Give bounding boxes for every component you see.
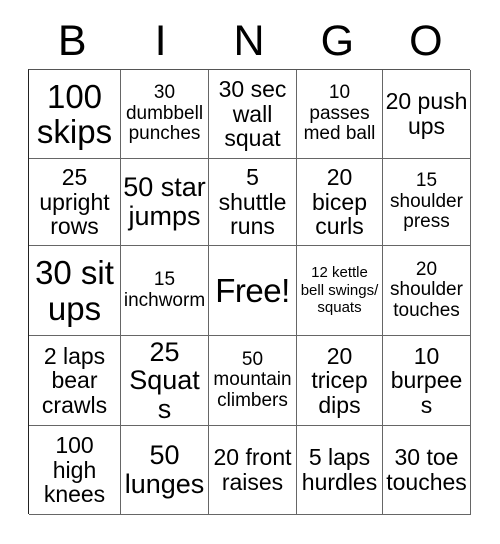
bingo-cell[interactable]: 25 upright rows xyxy=(29,159,121,246)
bingo-cell-label: 20 tricep dips xyxy=(311,342,368,418)
bingo-cell-label: 30 dumbbell punches xyxy=(125,82,204,145)
bingo-cell-label: 25 Squats xyxy=(129,336,200,424)
bingo-cell-label: 20 front raises xyxy=(213,444,292,495)
bingo-cell[interactable]: 12 kettle bell swings/ squats xyxy=(297,246,383,336)
bingo-cell-label: 30 toe touches xyxy=(386,444,467,495)
bingo-cell[interactable]: 20 shoulder touches xyxy=(383,246,471,336)
bingo-cell-label: 20 push ups xyxy=(385,88,468,139)
bingo-cell[interactable]: 5 laps hurdles xyxy=(297,426,383,515)
bingo-cell[interactable]: 50 mountain climbers xyxy=(209,336,297,426)
bingo-cell[interactable]: 30 toe touches xyxy=(383,426,471,515)
bingo-cell[interactable]: 5 shuttle runs xyxy=(209,159,297,246)
bingo-cell[interactable]: 15 inchworm xyxy=(121,246,209,336)
bingo-cell[interactable]: 50 star jumps xyxy=(121,159,209,246)
bingo-cell[interactable]: 30 sec wall squat xyxy=(209,70,297,159)
bingo-cell[interactable]: 20 front raises xyxy=(209,426,297,515)
bingo-cell[interactable]: 2 laps bear crawls xyxy=(29,336,121,426)
bingo-cell-label: 15 shoulder press xyxy=(390,170,463,233)
bingo-cell-label: 100 high knees xyxy=(43,432,106,508)
bingo-cell-label: 2 laps bear crawls xyxy=(41,342,108,418)
bingo-card: B I N G O 100 skips 30 dumbbell punches … xyxy=(0,0,500,544)
bingo-cell[interactable]: 20 bicep curls xyxy=(297,159,383,246)
bingo-cell-label: 50 star jumps xyxy=(123,172,206,231)
bingo-cell[interactable]: 100 high knees xyxy=(29,426,121,515)
bingo-cell[interactable]: 25 Squats xyxy=(121,336,209,426)
bingo-cell-label: 25 upright rows xyxy=(39,164,110,240)
header-letter-g: G xyxy=(320,16,355,65)
bingo-cell-label: 15 inchworm xyxy=(123,268,206,311)
bingo-cell[interactable]: 10 passes med ball xyxy=(297,70,383,159)
header-letter-i: I xyxy=(154,16,167,65)
bingo-cell-label: 5 shuttle runs xyxy=(218,164,287,240)
bingo-free-space[interactable]: Free! xyxy=(209,246,297,336)
bingo-cell-label: 5 laps hurdles xyxy=(301,444,378,495)
bingo-cell-label: 10 passes med ball xyxy=(303,82,376,145)
bingo-cell[interactable]: 100 skips xyxy=(29,70,121,159)
bingo-cell-label: 100 skips xyxy=(36,77,113,150)
bingo-cell[interactable]: 30 dumbbell punches xyxy=(121,70,209,159)
bingo-cell[interactable]: 50 lunges xyxy=(121,426,209,515)
bingo-cell[interactable]: 20 push ups xyxy=(383,70,471,159)
bingo-cell-label: 20 shoulder touches xyxy=(390,258,463,321)
header-letter-b: B xyxy=(57,16,87,65)
bingo-cell-label: 10 burpees xyxy=(390,342,463,418)
bingo-cell-label: 20 bicep curls xyxy=(312,164,367,240)
bingo-cell-label: 12 kettle bell swings/ squats xyxy=(300,264,379,317)
bingo-grid: 100 skips 30 dumbbell punches 30 sec wal… xyxy=(28,69,471,515)
bingo-cell[interactable]: 20 tricep dips xyxy=(297,336,383,426)
bingo-header: B I N G O xyxy=(28,16,470,66)
bingo-cell-label: 30 sec wall squat xyxy=(218,76,287,152)
header-letter-o: O xyxy=(409,16,443,65)
header-letter-n: N xyxy=(233,16,265,65)
bingo-free-space-label: Free! xyxy=(215,271,290,309)
bingo-cell-label: 30 sit ups xyxy=(35,254,114,327)
bingo-cell[interactable]: 15 shoulder press xyxy=(383,159,471,246)
bingo-cell-label: 50 lunges xyxy=(124,440,205,499)
bingo-cell-label: 50 mountain climbers xyxy=(213,348,292,411)
bingo-cell[interactable]: 10 burpees xyxy=(383,336,471,426)
bingo-cell[interactable]: 30 sit ups xyxy=(29,246,121,336)
